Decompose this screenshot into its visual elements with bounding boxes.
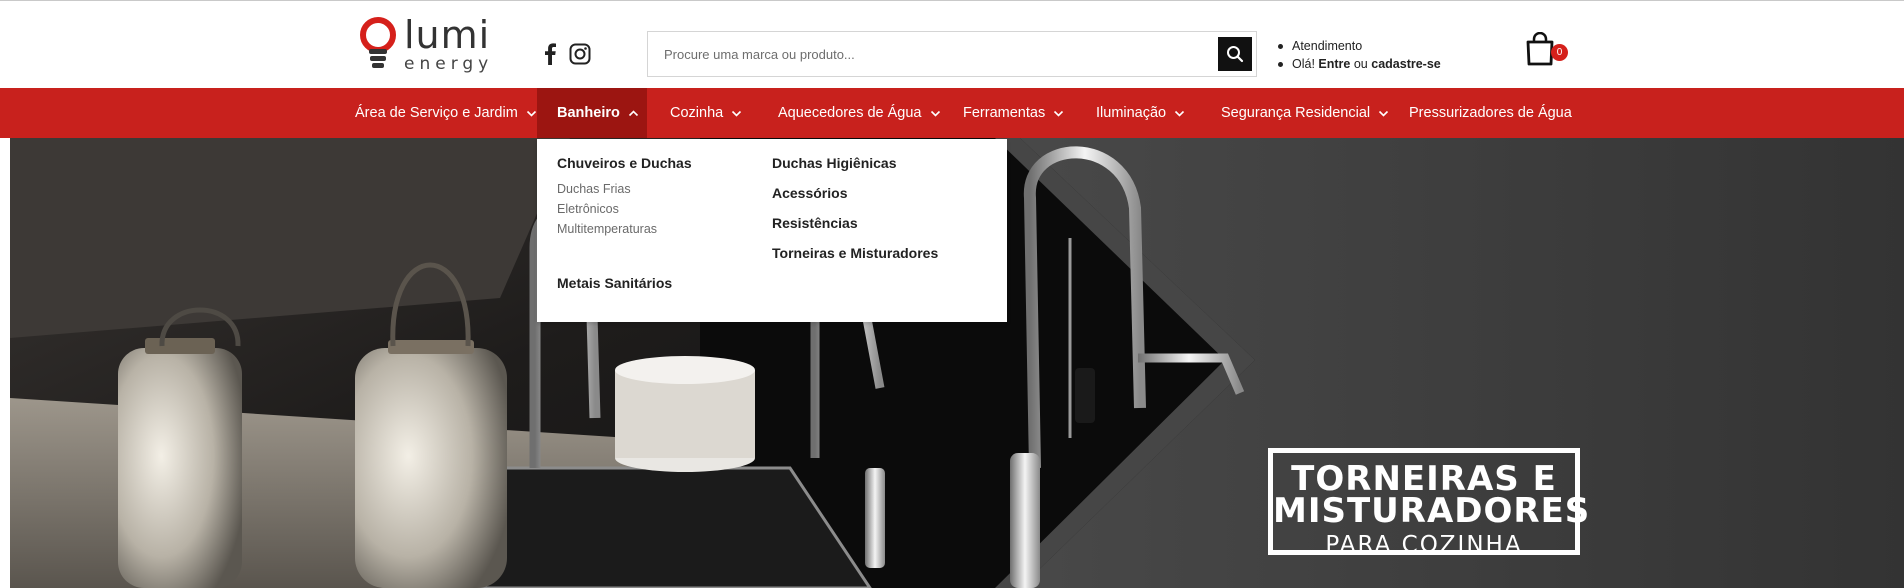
service-link[interactable]: Atendimento [1278, 37, 1441, 55]
nav-label: Segurança Residencial [1221, 105, 1371, 121]
service-label: Atendimento [1292, 39, 1363, 53]
nav-item-ferramentas[interactable]: Ferramentas [963, 88, 1064, 138]
nav-item-iluminacao[interactable]: Iluminação [1096, 88, 1185, 138]
main-nav: Área de Serviço e Jardim Banheiro Cozinh… [0, 88, 1904, 138]
nav-label: Cozinha [670, 105, 724, 121]
login-area: Olá! Entre ou cadastre-se [1278, 55, 1441, 73]
greeting-text: Olá! [1292, 57, 1315, 71]
search-icon [1227, 46, 1244, 63]
nav-item-area-servico[interactable]: Área de Serviço e Jardim [355, 88, 537, 138]
nav-item-aquecedores[interactable]: Aquecedores de Água [778, 88, 941, 138]
chevron-down-icon [732, 110, 742, 117]
brand-logo[interactable]: lumi energy [358, 13, 494, 75]
nav-item-seguranca[interactable]: Segurança Residencial [1221, 88, 1389, 138]
menu-item-duchas-higienicas[interactable]: Duchas Higiênicas [772, 155, 897, 171]
search-input[interactable] [648, 32, 1214, 76]
instagram-icon[interactable] [569, 43, 591, 65]
login-link[interactable]: Entre [1318, 57, 1350, 71]
chevron-down-icon [526, 110, 536, 117]
nav-label: Aquecedores de Água [778, 105, 922, 121]
nav-label: Iluminação [1096, 105, 1167, 121]
hero-headline-line3: PARA COZINHA [1325, 532, 1523, 558]
chevron-up-icon [628, 109, 638, 116]
cart-button[interactable]: 0 [1525, 31, 1571, 72]
or-text: ou [1353, 57, 1368, 71]
hero-headline-box: TORNEIRAS E MISTURADORES PARA COZINHA [1268, 448, 1591, 558]
chevron-down-icon [1054, 110, 1064, 117]
nav-item-cozinha[interactable]: Cozinha [670, 88, 742, 138]
account-links: Atendimento Olá! Entre ou cadastre-se [1278, 37, 1441, 73]
chevron-down-icon [1175, 110, 1185, 117]
hero-headline-line2: MISTURADORES [1273, 491, 1591, 531]
search-box [647, 31, 1257, 77]
menu-item-acessorios[interactable]: Acessórios [772, 185, 847, 201]
bulb-logo-icon [360, 17, 396, 68]
nav-item-banheiro[interactable]: Banheiro [537, 88, 647, 138]
search-button[interactable] [1218, 37, 1252, 71]
chevron-down-icon [930, 110, 940, 117]
header: lumi energy Atendimento Olá! Entr [0, 1, 1904, 88]
nav-item-pressurizadores[interactable]: Pressurizadores de Água [1409, 88, 1572, 138]
cart-count-badge: 0 [1551, 44, 1568, 61]
chevron-down-icon [1379, 110, 1389, 117]
nav-label: Ferramentas [963, 105, 1046, 121]
menu-subitem-duchas-frias[interactable]: Duchas Frias [557, 182, 631, 196]
page: lumi energy Atendimento Olá! Entr [0, 0, 1904, 588]
signup-link[interactable]: cadastre-se [1371, 57, 1441, 71]
brand-name: lumi [404, 13, 491, 57]
menu-item-resistencias[interactable]: Resistências [772, 215, 858, 231]
nav-label: Pressurizadores de Água [1409, 105, 1572, 121]
menu-subitem-eletronicos[interactable]: Eletrônicos [557, 202, 619, 216]
menu-item-torneiras-misturadores[interactable]: Torneiras e Misturadores [772, 245, 938, 261]
nav-label: Banheiro [557, 105, 620, 121]
menu-subitem-multitemperaturas[interactable]: Multitemperaturas [557, 222, 657, 236]
banheiro-dropdown-menu: Chuveiros e Duchas Duchas Frias Eletrôni… [537, 139, 1007, 322]
menu-item-chuveiros-duchas[interactable]: Chuveiros e Duchas [557, 155, 692, 171]
nav-label: Área de Serviço e Jardim [355, 105, 518, 121]
brand-tagline: energy [404, 54, 494, 74]
menu-item-metais-sanitarios[interactable]: Metais Sanitários [557, 275, 672, 291]
facebook-icon[interactable] [543, 43, 557, 65]
